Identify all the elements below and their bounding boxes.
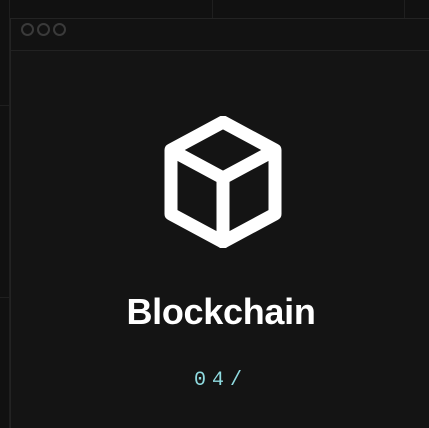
card-index: 04/: [193, 369, 248, 392]
grid-line: [0, 297, 10, 298]
grid-line: [404, 0, 405, 18]
window-dot-icon[interactable]: [53, 23, 66, 36]
window-dot-icon[interactable]: [37, 23, 50, 36]
card-content: Blockchain 04/: [11, 51, 421, 428]
window-titlebar: [11, 19, 429, 51]
window-dot-icon[interactable]: [21, 23, 34, 36]
window-controls: [21, 23, 66, 36]
grid-line: [0, 105, 10, 106]
card-window: Blockchain 04/: [10, 18, 429, 428]
page: Blockchain 04/: [0, 0, 429, 428]
cube-icon: [164, 116, 282, 248]
card-title: Blockchain: [126, 291, 316, 332]
grid-line: [212, 0, 213, 18]
